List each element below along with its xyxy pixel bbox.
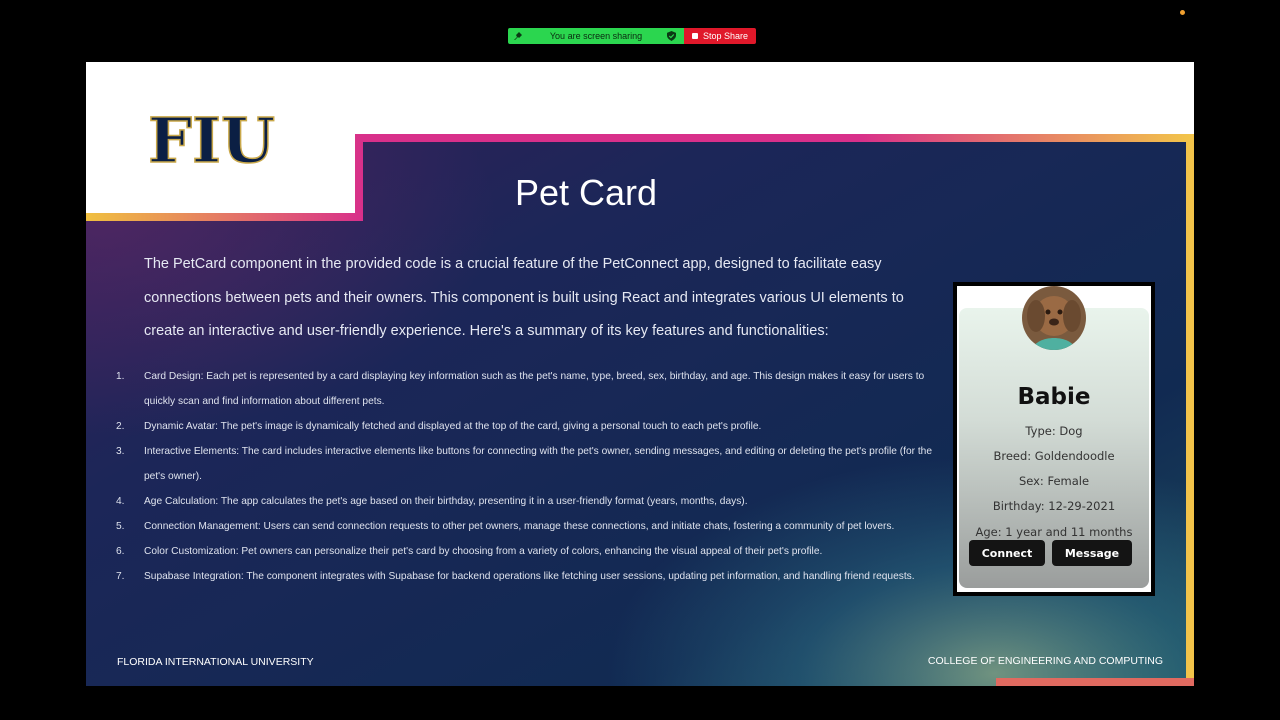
- feature-text: Connection Management: Users can send co…: [144, 521, 895, 532]
- slide-title: Pet Card: [514, 172, 658, 213]
- feature-text: Interactive Elements: The card includes …: [144, 446, 933, 482]
- feature-text: Age Calculation: The app calculates the …: [144, 496, 748, 507]
- svg-text:FIU: FIU: [148, 104, 275, 172]
- feature-item: 5. Connection Management: Users can send …: [116, 514, 946, 539]
- feature-text: Supabase Integration: The component inte…: [144, 571, 915, 582]
- pet-sex: Sex: Female: [1018, 474, 1090, 488]
- shield-check-icon: [667, 31, 676, 41]
- feature-text: Card Design: Each pet is represented by …: [144, 371, 925, 407]
- feature-item: 2. Dynamic Avatar: The pet's image is dyn…: [116, 414, 946, 439]
- feature-text: Dynamic Avatar: The pet's image is dynam…: [144, 421, 762, 432]
- sharing-status-text: You are screen sharing: [549, 31, 643, 41]
- status-dot: [1180, 10, 1185, 15]
- footer-college: COLLEGE OF ENGINEERING AND COMPUTING: [927, 655, 1163, 667]
- footer-university: FLORIDA INTERNATIONAL UNIVERSITY: [117, 656, 314, 668]
- stop-share-label: Stop Share: [702, 31, 749, 41]
- pet-name: Babie: [1017, 384, 1091, 410]
- feature-number: 6.: [116, 546, 125, 557]
- stop-icon: [691, 33, 698, 39]
- presentation-slide: FIU Pet Card The PetCard component in th…: [86, 62, 1194, 686]
- feature-list: 1. Card Design: Each pet is represented b…: [116, 364, 946, 589]
- pet-type: Type: Dog: [1025, 424, 1083, 438]
- message-button[interactable]: Message: [1052, 540, 1132, 566]
- pet-card: Babie Type: Dog Breed: Goldendoodle Sex:…: [959, 286, 1149, 588]
- stop-share-button[interactable]: Stop Share: [684, 28, 756, 44]
- sharing-status: You are screen sharing: [508, 28, 684, 44]
- screen-share-bar: You are screen sharing Stop Share: [508, 28, 756, 44]
- feature-number: 4.: [116, 496, 125, 507]
- pet-breed: Breed: Goldendoodle: [993, 449, 1115, 463]
- fiu-logo: FIU: [147, 104, 276, 172]
- pet-card-screenshot: Babie Type: Dog Breed: Goldendoodle Sex:…: [953, 282, 1155, 596]
- feature-number: 3.: [116, 446, 125, 457]
- intro-paragraph: The PetCard component in the provided co…: [144, 256, 904, 339]
- pet-card-panel: Babie Type: Dog Breed: Goldendoodle Sex:…: [957, 286, 1151, 592]
- feature-item: 1. Card Design: Each pet is represented b…: [116, 364, 946, 414]
- feature-number: 5.: [116, 521, 125, 532]
- feature-item: 3. Interactive Elements: The card include…: [116, 439, 946, 489]
- feature-text: Color Customization: Pet owners can pers…: [144, 546, 823, 557]
- feature-number: 1.: [116, 371, 125, 382]
- feature-number: 7.: [116, 571, 125, 582]
- pet-age: Age: 1 year and 11 months: [975, 525, 1133, 539]
- feature-item: 4. Age Calculation: The app calculates th…: [116, 489, 946, 514]
- pet-birthday: Birthday: 12-29-2021: [992, 499, 1116, 513]
- feature-item: 6. Color Customization: Pet owners can pe…: [116, 539, 946, 564]
- connect-button[interactable]: Connect: [969, 540, 1045, 566]
- pet-avatar: [1022, 286, 1086, 350]
- feature-item: 7. Supabase Integration: The component in…: [116, 564, 946, 589]
- feature-number: 2.: [116, 421, 125, 432]
- share-icon: [514, 32, 522, 40]
